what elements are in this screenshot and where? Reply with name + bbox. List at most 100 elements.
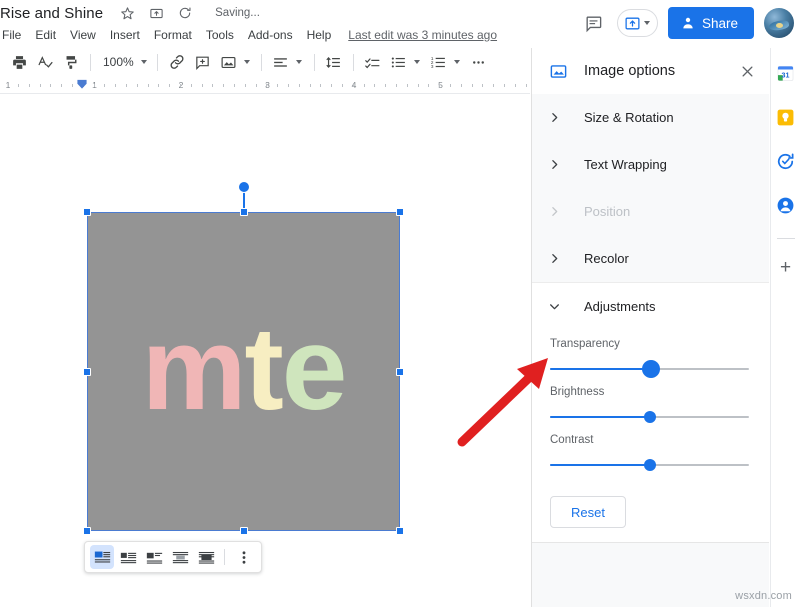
checklist-icon[interactable] [360,49,386,75]
resize-handle-bottom-center[interactable] [240,527,248,535]
resize-handle-top-right[interactable] [396,208,404,216]
resize-handle-middle-left[interactable] [83,368,91,376]
google-calendar-icon[interactable]: 31 [775,62,797,84]
ruler-tick [515,84,516,87]
chevron-down-icon[interactable] [244,60,250,64]
chevron-down-icon [644,21,650,25]
star-outline-icon[interactable] [119,5,135,21]
wrap-inline-icon[interactable] [90,545,114,569]
slider-thumb[interactable] [642,360,660,378]
resize-handle-bottom-right[interactable] [396,527,404,535]
zoom-selector[interactable]: 100% [97,50,151,74]
panel-section-size-rotation[interactable]: Size & Rotation [532,94,769,141]
selected-image[interactable]: mte [87,212,400,531]
resize-handle-middle-right[interactable] [396,368,404,376]
last-edit-link[interactable]: Last edit was 3 minutes ago [348,28,497,42]
slider-fill [550,464,650,466]
move-to-folder-icon[interactable] [148,5,164,21]
wrap-break-icon[interactable] [142,545,166,569]
google-contacts-icon[interactable] [775,194,797,216]
insert-link-icon[interactable] [164,49,190,75]
wrap-infront-icon[interactable] [194,545,218,569]
present-icon [624,15,641,32]
ruler-tick [148,84,149,87]
document-title[interactable]: Rise and Shine [0,5,103,22]
spelling-check-icon[interactable] [32,49,58,75]
insert-image-icon[interactable] [216,49,242,75]
wrap-text-icon[interactable] [116,545,140,569]
ruler-tick [256,84,257,87]
ruler-tick [266,84,267,87]
document-canvas[interactable]: mte [0,94,530,607]
reset-button[interactable]: Reset [550,496,626,528]
contrast-slider[interactable] [550,458,749,472]
ruler-tick [482,84,483,87]
present-button[interactable] [617,9,658,37]
print-icon[interactable] [6,49,32,75]
ruler-tick [18,84,19,87]
google-keep-icon[interactable] [775,106,797,128]
more-vertical-icon[interactable] [232,545,256,569]
ruler-tick [277,84,278,87]
toolbar-divider [261,54,262,71]
align-icon[interactable] [268,49,294,75]
line-spacing-icon[interactable] [321,49,347,75]
panel-section-adjustments-header[interactable]: Adjustments [532,283,769,330]
chevron-right-icon [548,111,570,124]
chevron-down-icon [141,60,147,64]
ruler-tick [396,84,397,87]
panel-section-text-wrapping[interactable]: Text Wrapping [532,141,769,188]
menu-help[interactable]: Help [300,26,339,44]
resize-handle-bottom-left[interactable] [83,527,91,535]
slider-thumb[interactable] [644,411,656,423]
bulleted-list-icon[interactable] [386,49,412,75]
ruler-tick [191,84,192,87]
ruler-tick [288,84,289,87]
panel-section-label: Size & Rotation [570,110,674,125]
menu-edit[interactable]: Edit [28,26,63,44]
comment-history-button[interactable] [581,10,607,36]
share-button[interactable]: Share [668,7,754,39]
chevron-down-icon [548,300,570,313]
ruler-tick [223,84,224,87]
brightness-slider[interactable] [550,410,749,424]
horizontal-ruler[interactable]: 112345 [0,78,530,94]
rotation-handle[interactable] [238,181,250,193]
adjustments-body: Transparency Brightness Contrast [532,338,769,528]
paint-format-icon[interactable] [58,49,84,75]
wrap-behind-icon[interactable] [168,545,192,569]
chevron-down-icon[interactable] [414,60,420,64]
add-on-plus-icon[interactable]: + [775,257,797,279]
resize-handle-top-left[interactable] [83,208,91,216]
google-tasks-icon[interactable] [775,150,797,172]
chevron-down-icon[interactable] [454,60,460,64]
menu-format[interactable]: Format [147,26,199,44]
chevron-down-icon[interactable] [296,60,302,64]
resize-handle-top-center[interactable] [240,208,248,216]
panel-title: Image options [584,63,735,79]
ruler-tick [504,84,505,87]
menu-insert[interactable]: Insert [103,26,147,44]
ruler-tick [50,84,51,87]
numbered-list-icon[interactable]: 1 2 3 [426,49,452,75]
menu-view[interactable]: View [63,26,103,44]
menu-file[interactable]: File [0,26,28,44]
ruler-tick [94,84,95,87]
panel-section-recolor[interactable]: Recolor [532,235,769,282]
slider-thumb[interactable] [644,459,656,471]
slider-fill [550,416,650,418]
menu-addons[interactable]: Add-ons [241,26,300,44]
add-comment-icon[interactable] [190,49,216,75]
transparency-slider[interactable] [550,362,749,376]
logo-letter-m: m [142,303,245,435]
top-bar: Rise and Shine [0,0,800,46]
ruler-tick [299,84,300,87]
avatar[interactable] [764,8,794,38]
indent-marker-icon[interactable] [77,79,88,90]
image-content[interactable]: mte [87,212,400,531]
ruler-tick [126,84,127,87]
close-icon[interactable] [735,59,759,83]
menu-tools[interactable]: Tools [199,26,241,44]
ruler-tick [320,84,321,87]
more-options-icon[interactable] [466,49,492,75]
